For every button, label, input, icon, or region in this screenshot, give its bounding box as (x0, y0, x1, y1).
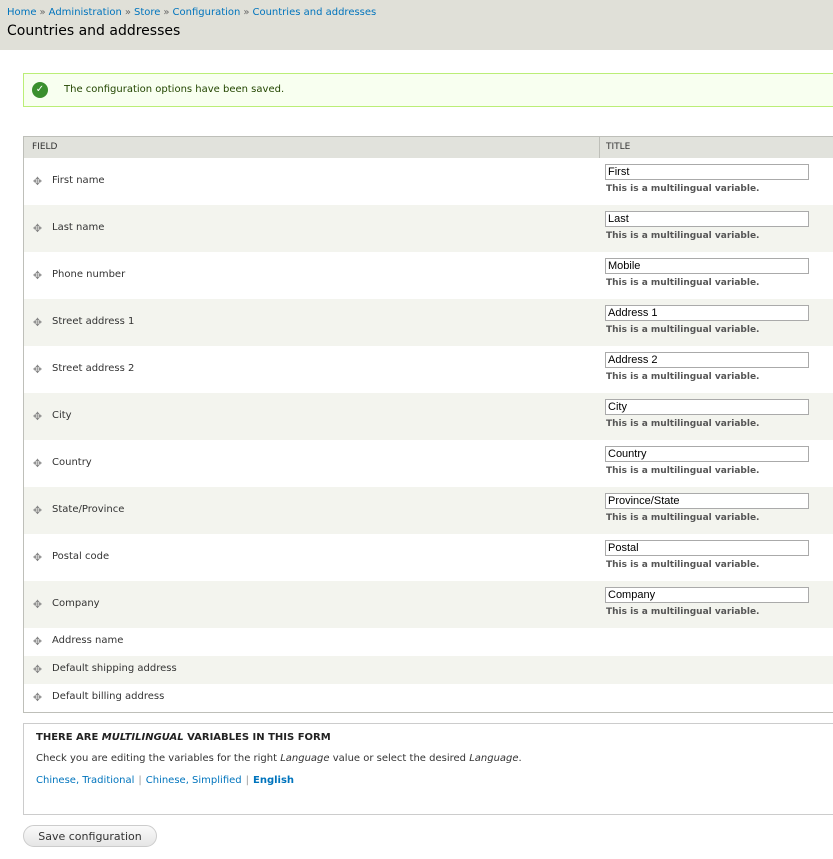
breadcrumb: Home» Administration» Store» Configuration»… (7, 7, 376, 18)
column-divider (599, 137, 600, 158)
drag-handle-icon[interactable]: ✥ (32, 636, 43, 647)
title-input[interactable] (605, 493, 809, 509)
breadcrumb-separator: » (163, 7, 170, 18)
drag-handle-icon[interactable]: ✥ (32, 223, 43, 234)
description-part: . (518, 753, 522, 764)
drag-handle-icon[interactable]: ✥ (32, 692, 43, 703)
field-column-header: FIELD (32, 142, 58, 152)
table-row: ✥ Default shipping address (24, 656, 833, 684)
table-row: ✥ Address name (24, 628, 833, 656)
language-link-chinese-simplified[interactable]: Chinese, Simplified (146, 775, 242, 786)
field-name: Street address 1 (52, 316, 135, 327)
language-separator: | (138, 775, 142, 786)
title-input[interactable] (605, 305, 809, 321)
title-input[interactable] (605, 211, 809, 227)
language-separator: | (245, 775, 250, 786)
field-name: Postal code (52, 551, 110, 562)
field-name: Country (52, 457, 92, 468)
multilingual-variable-note: This is a multilingual variable. (606, 231, 760, 241)
drag-handle-icon[interactable]: ✥ (32, 599, 43, 610)
field-name: Company (52, 598, 100, 609)
multilingual-variable-note: This is a multilingual variable. (606, 560, 760, 570)
field-name: State/Province (52, 504, 125, 515)
field-name: Default shipping address (52, 663, 177, 674)
language-link-chinese-traditional[interactable]: Chinese, Traditional (36, 775, 134, 786)
multilingual-variable-note: This is a multilingual variable. (606, 325, 760, 335)
title-input[interactable] (605, 540, 809, 556)
status-text: The configuration options have been save… (64, 84, 285, 95)
title-input[interactable] (605, 587, 809, 603)
table-row: ✥ Last name This is a multilingual variabl… (24, 205, 833, 252)
language-link-english[interactable]: English (253, 775, 294, 786)
breadcrumb-administration[interactable]: Administration (49, 7, 122, 18)
breadcrumb-home[interactable]: Home (7, 7, 37, 18)
field-name: City (52, 410, 72, 421)
drag-handle-icon[interactable]: ✥ (32, 552, 43, 563)
multilingual-title-suffix: VARIABLES IN THIS FORM (183, 732, 331, 743)
multilingual-variable-note: This is a multilingual variable. (606, 184, 760, 194)
description-part: value or select the desired (329, 753, 470, 764)
field-name: Street address 2 (52, 363, 135, 374)
description-language-emphasis: Language (469, 753, 519, 764)
table-header: FIELD TITLE (24, 137, 833, 159)
multilingual-title-emphasis: MULTILINGUAL (101, 732, 184, 743)
drag-handle-icon[interactable]: ✥ (32, 505, 43, 516)
drag-handle-icon[interactable]: ✥ (32, 364, 43, 375)
drag-handle-icon[interactable]: ✥ (32, 270, 43, 281)
multilingual-variable-note: This is a multilingual variable. (606, 513, 760, 523)
multilingual-variable-note: This is a multilingual variable. (606, 278, 760, 288)
multilingual-variable-note: This is a multilingual variable. (606, 372, 760, 382)
title-input[interactable] (605, 258, 809, 274)
breadcrumb-separator: » (243, 7, 250, 18)
multilingual-variable-note: This is a multilingual variable. (606, 419, 760, 429)
table-row: ✥ State/Province This is a multilingual va… (24, 487, 833, 534)
title-column-header: TITLE (606, 142, 631, 152)
drag-handle-icon[interactable]: ✥ (32, 411, 43, 422)
breadcrumb-separator: » (124, 7, 131, 18)
table-row: ✥ Phone number This is a multilingual vari… (24, 252, 833, 299)
drag-handle-icon[interactable]: ✥ (32, 317, 43, 328)
table-row: ✥ Company This is a multilingual variable. (24, 581, 833, 628)
table-row: ✥ Default billing address (24, 684, 833, 712)
field-name: Address name (52, 635, 124, 646)
drag-handle-icon[interactable]: ✥ (32, 176, 43, 187)
description-part: Check you are editing the variables for … (36, 753, 281, 764)
page-header: Home» Administration» Store» Configuration»… (0, 0, 833, 50)
status-message: ✓ The configuration options have been sa… (23, 73, 833, 107)
title-input[interactable] (605, 446, 809, 462)
title-input[interactable] (605, 399, 809, 415)
field-name: Phone number (52, 269, 126, 280)
save-configuration-button[interactable]: Save configuration (23, 825, 157, 847)
title-input[interactable] (605, 164, 809, 180)
field-name: Default billing address (52, 691, 165, 702)
drag-handle-icon[interactable]: ✥ (32, 664, 43, 675)
table-row: ✥ First name This is a multilingual variab… (24, 158, 833, 205)
multilingual-description: Check you are editing the variables for … (36, 753, 522, 764)
multilingual-variable-note: This is a multilingual variable. (606, 607, 760, 617)
multilingual-title: THERE ARE MULTILINGUAL VARIABLES IN THIS… (36, 732, 331, 743)
field-name: First name (52, 175, 105, 186)
breadcrumb-separator: » (39, 7, 46, 18)
table-row: ✥ Country This is a multilingual variable. (24, 440, 833, 487)
breadcrumb-store[interactable]: Store (134, 7, 160, 18)
multilingual-title-prefix: THERE ARE (36, 732, 102, 743)
table-row: ✥ Street address 2 This is a multilingual … (24, 346, 833, 393)
fields-table: FIELD TITLE ✥ First name This is a multili… (23, 136, 833, 713)
drag-handle-icon[interactable]: ✥ (32, 458, 43, 469)
table-row: ✥ Street address 1 This is a multilingual … (24, 299, 833, 346)
table-row: ✥ City This is a multilingual variable. (24, 393, 833, 440)
page-title: Countries and addresses (7, 23, 181, 39)
description-language-emphasis: Language (280, 753, 330, 764)
breadcrumb-configuration[interactable]: Configuration (173, 7, 241, 18)
multilingual-fieldset: THERE ARE MULTILINGUAL VARIABLES IN THIS… (23, 723, 833, 815)
check-circle-icon: ✓ (32, 82, 48, 98)
table-row: ✥ Postal code This is a multilingual varia… (24, 534, 833, 581)
title-input[interactable] (605, 352, 809, 368)
breadcrumb-countries-and-addresses[interactable]: Countries and addresses (252, 7, 376, 18)
field-name: Last name (52, 222, 105, 233)
language-switcher: Chinese, Traditional | Chinese, Simplified… (36, 775, 294, 786)
multilingual-variable-note: This is a multilingual variable. (606, 466, 760, 476)
